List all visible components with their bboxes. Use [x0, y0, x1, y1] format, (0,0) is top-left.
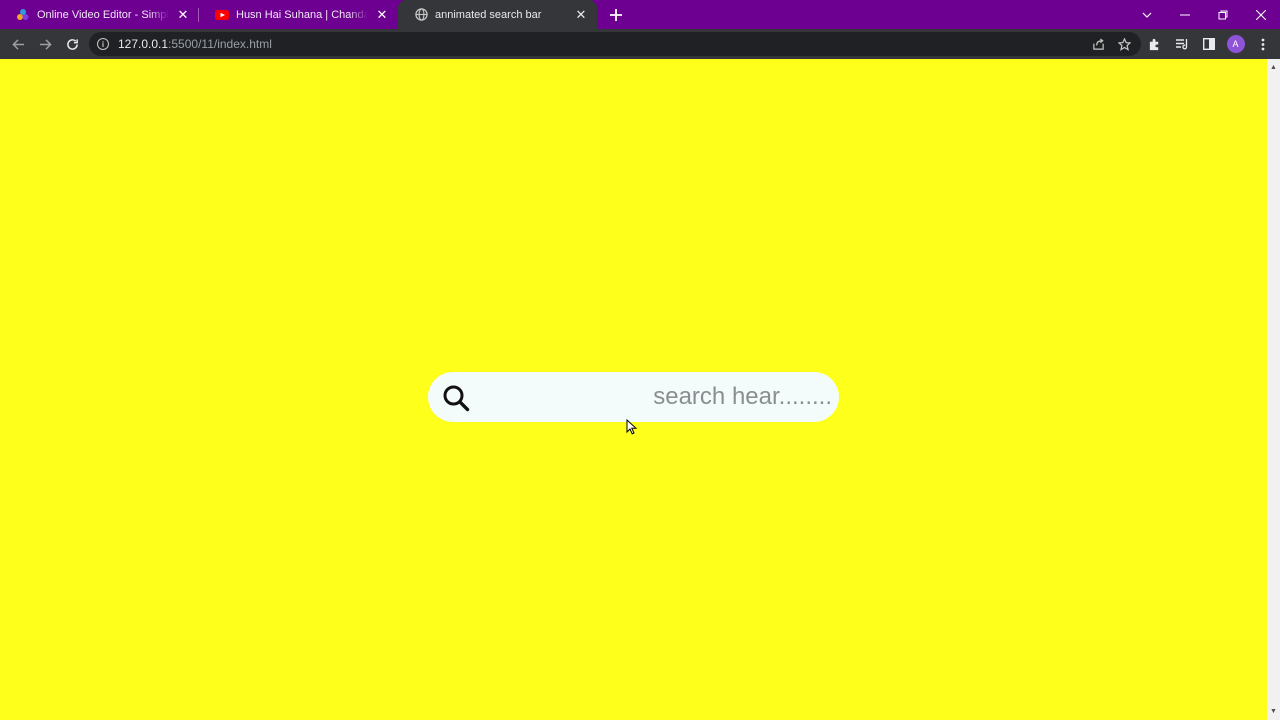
tab-search-button[interactable]	[1132, 0, 1162, 29]
restore-icon	[1218, 10, 1228, 19]
puzzle-icon	[1149, 38, 1159, 50]
chevron-down-icon	[1142, 12, 1152, 18]
url-host: 127.0.0.1	[118, 37, 169, 51]
close-window-button[interactable]	[1242, 0, 1280, 29]
info-icon[interactable]: i	[97, 38, 109, 50]
omnibox-actions	[1085, 32, 1137, 56]
close-tab-icon[interactable]: ✕	[374, 7, 390, 23]
tab-video-editor[interactable]: Online Video Editor - Simple & Free ✕	[0, 0, 199, 29]
share-button[interactable]	[1085, 32, 1111, 56]
reload-icon	[66, 38, 78, 50]
new-tab-button[interactable]	[601, 0, 631, 29]
clipchamp-icon	[16, 8, 30, 22]
close-tab-icon[interactable]: ✕	[573, 7, 589, 23]
search-input[interactable]	[498, 377, 836, 417]
menu-button[interactable]	[1249, 29, 1276, 59]
reading-list-button[interactable]	[1168, 29, 1195, 59]
kebab-menu-icon	[1261, 38, 1264, 50]
bookmark-button[interactable]	[1111, 32, 1137, 56]
star-icon	[1117, 37, 1131, 51]
url-path: :5500/11/index.html	[168, 37, 272, 51]
extensions-button[interactable]	[1141, 29, 1168, 59]
url-text[interactable]: 127.0.0.1:5500/11/index.html	[118, 37, 272, 51]
close-icon	[1256, 9, 1266, 20]
reload-button[interactable]	[59, 31, 85, 57]
scroll-down-arrow-icon[interactable]: ▼	[1267, 705, 1280, 718]
youtube-icon	[215, 8, 229, 22]
tab-annimated-search-bar[interactable]: annimated search bar ✕	[398, 0, 597, 29]
address-bar[interactable]: i 127.0.0.1:5500/11/index.html	[89, 32, 1141, 56]
page-viewport	[0, 59, 1267, 720]
arrow-right-icon	[39, 38, 52, 50]
tab-strip: Online Video Editor - Simple & Free ✕ Hu…	[0, 0, 1280, 29]
forward-button[interactable]	[32, 31, 58, 57]
scroll-up-arrow-icon[interactable]: ▲	[1267, 61, 1280, 74]
search-bar[interactable]	[428, 372, 839, 422]
minimize-button[interactable]	[1166, 0, 1204, 29]
share-icon	[1092, 37, 1104, 50]
window-controls	[1166, 0, 1280, 29]
minimize-icon	[1180, 14, 1190, 15]
close-tab-icon[interactable]: ✕	[175, 7, 191, 23]
restore-button[interactable]	[1204, 0, 1242, 29]
tab-title: Husn Hai Suhana | Chandana Dixit	[236, 8, 368, 21]
search-icon[interactable]	[442, 384, 470, 412]
arrow-left-icon	[11, 38, 24, 50]
side-panel-icon	[1202, 38, 1215, 50]
tab-title: Online Video Editor - Simple & Free	[37, 8, 169, 21]
globe-icon	[414, 8, 428, 22]
mouse-cursor-icon	[626, 419, 638, 435]
profile-button[interactable]: A	[1222, 29, 1249, 59]
back-button[interactable]	[5, 31, 31, 57]
reading-list-icon	[1175, 39, 1187, 50]
avatar: A	[1226, 35, 1245, 53]
plus-icon	[610, 8, 622, 21]
page-scrollbar[interactable]: ▲ ▼	[1267, 59, 1280, 720]
tab-youtube[interactable]: Husn Hai Suhana | Chandana Dixit ✕	[199, 0, 398, 29]
toolbar-actions: A	[1141, 29, 1276, 59]
tab-title: annimated search bar	[435, 8, 542, 21]
side-panel-button[interactable]	[1195, 29, 1222, 59]
browser-toolbar: i 127.0.0.1:5500/11/index.html A	[0, 29, 1280, 59]
